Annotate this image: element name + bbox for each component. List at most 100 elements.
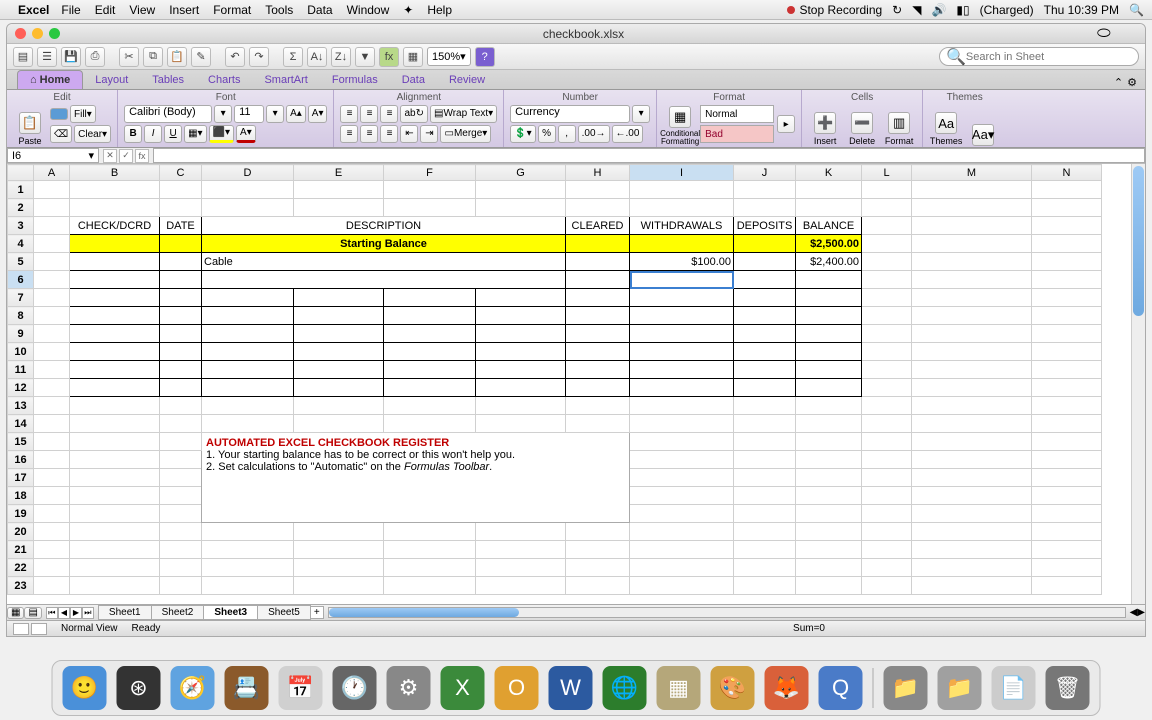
cell-B7[interactable] (70, 289, 160, 307)
toolbar-pill-icon[interactable]: ⬭ (1097, 25, 1137, 43)
cell-A6[interactable] (34, 271, 70, 289)
currency-button[interactable]: 💲▾ (510, 125, 535, 143)
font-color-button[interactable]: A▾ (236, 125, 256, 143)
cell-N23[interactable] (1032, 577, 1102, 595)
row-header-20[interactable]: 20 (8, 523, 34, 541)
paste-button[interactable]: 📋 (167, 47, 187, 67)
cell-I8[interactable] (630, 307, 734, 325)
cell-M3[interactable] (912, 217, 1032, 235)
cell-E21[interactable] (294, 541, 384, 559)
cell-A7[interactable] (34, 289, 70, 307)
cell-E8[interactable] (294, 307, 384, 325)
autosum-button[interactable]: Σ (283, 47, 303, 67)
cell-K4[interactable]: $2,500.00 (796, 235, 862, 253)
cell-I20[interactable] (630, 523, 734, 541)
cell-C4[interactable] (160, 235, 202, 253)
cell-H9[interactable] (566, 325, 630, 343)
cell-C12[interactable] (160, 379, 202, 397)
row-header-9[interactable]: 9 (8, 325, 34, 343)
cell-C14[interactable] (160, 415, 202, 433)
cell-I2[interactable] (630, 199, 734, 217)
cell-J4[interactable] (734, 235, 796, 253)
cell-F21[interactable] (384, 541, 476, 559)
cell-N1[interactable] (1032, 181, 1102, 199)
dock-safari[interactable]: 🧭 (171, 666, 215, 710)
styles-more-button[interactable]: ▸ (777, 115, 795, 133)
dock-ical[interactable]: 📅 (279, 666, 323, 710)
cell-I1[interactable] (630, 181, 734, 199)
dock-timemachine[interactable]: 🕐 (333, 666, 377, 710)
cell-K1[interactable] (796, 181, 862, 199)
cell-A4[interactable] (34, 235, 70, 253)
col-header-H[interactable]: H (566, 165, 630, 181)
cell-D6[interactable] (202, 271, 566, 289)
cell-A5[interactable] (34, 253, 70, 271)
cell-B1[interactable] (70, 181, 160, 199)
cell-G21[interactable] (476, 541, 566, 559)
cell-A16[interactable] (34, 451, 70, 469)
cell-H8[interactable] (566, 307, 630, 325)
cell-H5[interactable] (566, 253, 630, 271)
cell-A14[interactable] (34, 415, 70, 433)
cell-N6[interactable] (1032, 271, 1102, 289)
cell-K11[interactable] (796, 361, 862, 379)
cell-C19[interactable] (160, 505, 202, 523)
window-close-button[interactable] (15, 28, 26, 39)
cell-N10[interactable] (1032, 343, 1102, 361)
merge-button[interactable]: ▭ Merge ▾ (440, 125, 491, 143)
cut-button[interactable]: ✂ (119, 47, 139, 67)
window-zoom-button[interactable] (49, 28, 60, 39)
menu-data[interactable]: Data (307, 3, 332, 17)
cell-A18[interactable] (34, 487, 70, 505)
cell-J11[interactable] (734, 361, 796, 379)
cancel-entry-button[interactable]: ✕ (103, 149, 117, 163)
horizontal-scrollbar[interactable] (328, 607, 1126, 618)
cell-D7[interactable] (202, 289, 294, 307)
cell-M12[interactable] (912, 379, 1032, 397)
cell-A9[interactable] (34, 325, 70, 343)
cell-B9[interactable] (70, 325, 160, 343)
row-header-12[interactable]: 12 (8, 379, 34, 397)
cell-N3[interactable] (1032, 217, 1102, 235)
cell-A17[interactable] (34, 469, 70, 487)
indent-dec-button[interactable]: ⇤ (400, 125, 418, 143)
cell-K2[interactable] (796, 199, 862, 217)
cell-N22[interactable] (1032, 559, 1102, 577)
themes-button[interactable]: AaThemes (929, 102, 963, 146)
row-header-19[interactable]: 19 (8, 505, 34, 523)
cell-I21[interactable] (630, 541, 734, 559)
dock-quicktime[interactable]: Q (819, 666, 863, 710)
dock-dashboard[interactable]: ⊛ (117, 666, 161, 710)
cell-M4[interactable] (912, 235, 1032, 253)
cell-J15[interactable] (734, 433, 796, 451)
cell-B4[interactable] (70, 235, 160, 253)
cell-N20[interactable] (1032, 523, 1102, 541)
cell-J3[interactable]: DEPOSITS (734, 217, 796, 235)
cell-K14[interactable] (796, 415, 862, 433)
cell-I12[interactable] (630, 379, 734, 397)
cell-N14[interactable] (1032, 415, 1102, 433)
ribbon-settings-button[interactable]: ⚙ (1127, 76, 1137, 89)
tab-layout[interactable]: Layout (83, 71, 140, 89)
cell-K7[interactable] (796, 289, 862, 307)
cell-K18[interactable] (796, 487, 862, 505)
cell-D2[interactable] (202, 199, 294, 217)
cell-B14[interactable] (70, 415, 160, 433)
dock-finder[interactable]: 🙂 (63, 666, 107, 710)
grow-font-button[interactable]: A▴ (286, 105, 306, 123)
cell-K6[interactable] (796, 271, 862, 289)
border-button[interactable]: ▦▾ (184, 125, 206, 143)
cell-N5[interactable] (1032, 253, 1102, 271)
row-header-11[interactable]: 11 (8, 361, 34, 379)
cell-A8[interactable] (34, 307, 70, 325)
align-left-button[interactable]: ≡ (340, 125, 358, 143)
cell-D3[interactable]: DESCRIPTION (202, 217, 566, 235)
col-header-L[interactable]: L (862, 165, 912, 181)
cell-H10[interactable] (566, 343, 630, 361)
row-header-15[interactable]: 15 (8, 433, 34, 451)
cell-L20[interactable] (862, 523, 912, 541)
cell-M1[interactable] (912, 181, 1032, 199)
cell-M16[interactable] (912, 451, 1032, 469)
cell-C18[interactable] (160, 487, 202, 505)
cell-M5[interactable] (912, 253, 1032, 271)
